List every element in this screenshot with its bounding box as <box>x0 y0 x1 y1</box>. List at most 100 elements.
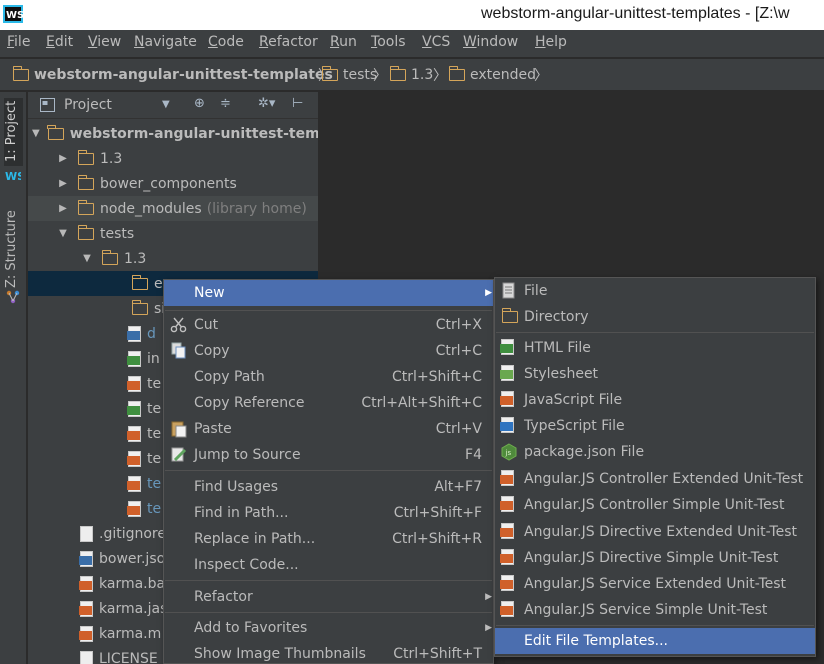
tree-label: te <box>147 475 162 492</box>
gear-icon[interactable]: ✲▾ <box>258 96 275 111</box>
expanded-arrow-icon[interactable]: ▼ <box>32 128 40 139</box>
menu-item-copy-reference[interactable]: Copy Reference Ctrl+Alt+Shift+C <box>164 390 493 416</box>
new-item-edit-file-templates[interactable]: Edit File Templates... <box>495 628 815 654</box>
webstorm-icon: WS <box>5 170 21 182</box>
new-item-label: JavaScript File <box>524 392 623 408</box>
tab-project[interactable]: 1: Project <box>4 98 23 166</box>
paste-icon <box>171 421 187 438</box>
new-item-angular-template[interactable]: Angular.JS Service Simple Unit-Test <box>495 597 815 623</box>
new-item-angular-template[interactable]: Angular.JS Directive Simple Unit-Test <box>495 545 815 571</box>
window-titlebar: WS webstorm-angular-unittest-templates -… <box>0 0 824 30</box>
menu-item-copy-path[interactable]: Copy Path Ctrl+Shift+C <box>164 364 493 390</box>
menu-item-shortcut: Ctrl+Alt+Shift+C <box>361 395 482 411</box>
svg-text:WS: WS <box>5 170 21 182</box>
menu-vcs[interactable]: VCS <box>422 34 450 50</box>
menu-item-cut[interactable]: Cut Ctrl+X <box>164 312 493 338</box>
menu-item-find-usages[interactable]: Find Usages Alt+F7 <box>164 474 493 500</box>
new-item-javascript-file[interactable]: JavaScript File <box>495 387 815 413</box>
copy-icon <box>171 342 186 359</box>
new-item-angular-template[interactable]: Angular.JS Controller Extended Unit-Test <box>495 466 815 492</box>
breadcrumb-item-tests[interactable]: tests <box>321 66 377 84</box>
tree-row-project-root[interactable]: ▼ webstorm-angular-unittest-templ <box>28 121 318 146</box>
menu-separator <box>496 625 814 626</box>
new-item-label: HTML File <box>524 340 591 356</box>
folder-icon <box>389 66 406 81</box>
js-file-icon <box>500 496 514 512</box>
menu-edit[interactable]: Edit <box>46 34 73 50</box>
tree-label: node_modules <box>100 200 202 217</box>
menu-item-paste[interactable]: Paste Ctrl+V <box>164 416 493 442</box>
menu-file[interactable]: File <box>7 34 30 50</box>
collapsed-arrow-icon[interactable]: ▶ <box>56 178 70 189</box>
new-item-angular-template[interactable]: Angular.JS Directive Extended Unit-Test <box>495 519 815 545</box>
menu-item-label: Add to Favorites <box>194 620 308 636</box>
new-item-typescript-file[interactable]: TypeScript File <box>495 413 815 439</box>
menu-help[interactable]: Help <box>535 34 567 50</box>
json-file-icon <box>127 325 141 342</box>
breadcrumb-item-1-3[interactable]: 1.3 <box>389 66 433 84</box>
menu-run[interactable]: Run <box>330 34 357 50</box>
chevron-right-icon: 〉 <box>373 68 387 84</box>
menu-item-add-to-favorites[interactable]: Add to Favorites ▶ <box>164 615 493 641</box>
js-file-icon <box>500 391 514 407</box>
folder-icon <box>47 124 64 140</box>
menu-tools[interactable]: Tools <box>371 34 406 50</box>
menu-item-inspect-code[interactable]: Inspect Code... <box>164 552 493 578</box>
breadcrumb-item-extended[interactable]: extended <box>448 66 536 84</box>
html-file-icon <box>127 350 141 367</box>
menu-item-shortcut: Ctrl+X <box>435 317 482 333</box>
collapse-all-icon[interactable]: ≑ <box>220 96 231 111</box>
menu-separator <box>496 332 814 333</box>
tree-label: 1.3 <box>124 250 147 267</box>
new-item-angular-template[interactable]: Angular.JS Service Extended Unit-Test <box>495 571 815 597</box>
menu-navigate[interactable]: Navigate <box>134 34 197 50</box>
expanded-arrow-icon[interactable]: ▼ <box>80 253 94 264</box>
new-item-html-file[interactable]: HTML File <box>495 335 815 361</box>
new-item-directory[interactable]: Directory <box>495 304 815 330</box>
menu-code[interactable]: Code <box>208 34 244 50</box>
menu-item-new[interactable]: New ▶ <box>164 280 493 306</box>
scissors-icon <box>170 317 187 333</box>
collapsed-arrow-icon[interactable]: ▶ <box>56 203 70 214</box>
expanded-arrow-icon[interactable]: ▼ <box>56 228 70 239</box>
tab-structure[interactable]: Z: Structure <box>4 210 23 288</box>
project-view-selector[interactable]: Project <box>64 97 112 113</box>
scroll-from-source-icon[interactable]: ⊕ <box>194 96 205 111</box>
new-item-stylesheet[interactable]: Stylesheet <box>495 361 815 387</box>
hide-panel-icon[interactable]: ⊢ <box>292 96 303 111</box>
tree-row-bower-components[interactable]: ▶ bower_components <box>28 171 318 196</box>
dropdown-arrow-icon[interactable]: ▼ <box>162 99 170 110</box>
menu-item-show-image-thumbnails[interactable]: Show Image Thumbnails Ctrl+Shift+T <box>164 641 493 664</box>
new-item-label: Angular.JS Controller Simple Unit-Test <box>524 497 785 513</box>
tree-label: te <box>147 425 162 442</box>
menu-item-shortcut: F4 <box>465 447 482 463</box>
menu-separator <box>165 612 492 613</box>
menu-item-refactor[interactable]: Refactor ▶ <box>164 584 493 610</box>
folder-icon <box>131 274 148 290</box>
new-item-angular-template[interactable]: Angular.JS Controller Simple Unit-Test <box>495 492 815 518</box>
menu-window[interactable]: Window <box>463 34 518 50</box>
menu-item-copy[interactable]: Copy Ctrl+C <box>164 338 493 364</box>
menu-item-jump-to-source[interactable]: Jump to Source F4 <box>164 442 493 468</box>
menu-view[interactable]: View <box>88 34 121 50</box>
tree-label: e <box>154 275 163 292</box>
menu-item-label: Replace in Path... <box>194 531 316 547</box>
tree-row-tests-1-3[interactable]: ▼ 1.3 <box>28 246 318 271</box>
menu-item-replace-in-path[interactable]: Replace in Path... Ctrl+Shift+R <box>164 526 493 552</box>
tree-row-tests[interactable]: ▼ tests <box>28 221 318 246</box>
tree-row-node-modules[interactable]: ▶ node_modules (library home) <box>28 196 318 221</box>
menu-item-find-in-path[interactable]: Find in Path... Ctrl+Shift+F <box>164 500 493 526</box>
folder-icon <box>77 174 94 190</box>
menu-separator <box>165 310 492 311</box>
new-item-package-json[interactable]: js package.json File <box>495 439 815 465</box>
menu-item-label: Cut <box>194 317 219 333</box>
text-file-icon <box>80 525 93 542</box>
collapsed-arrow-icon[interactable]: ▶ <box>56 153 70 164</box>
tree-row-1-3[interactable]: ▶ 1.3 <box>28 146 318 171</box>
new-item-label: Directory <box>524 309 589 325</box>
html-file-icon <box>500 339 514 355</box>
breadcrumb-item-project[interactable]: webstorm-angular-unittest-templates <box>12 66 333 84</box>
folder-icon <box>77 224 94 240</box>
new-item-file[interactable]: File <box>495 278 815 304</box>
menu-refactor[interactable]: Refactor <box>259 34 318 50</box>
